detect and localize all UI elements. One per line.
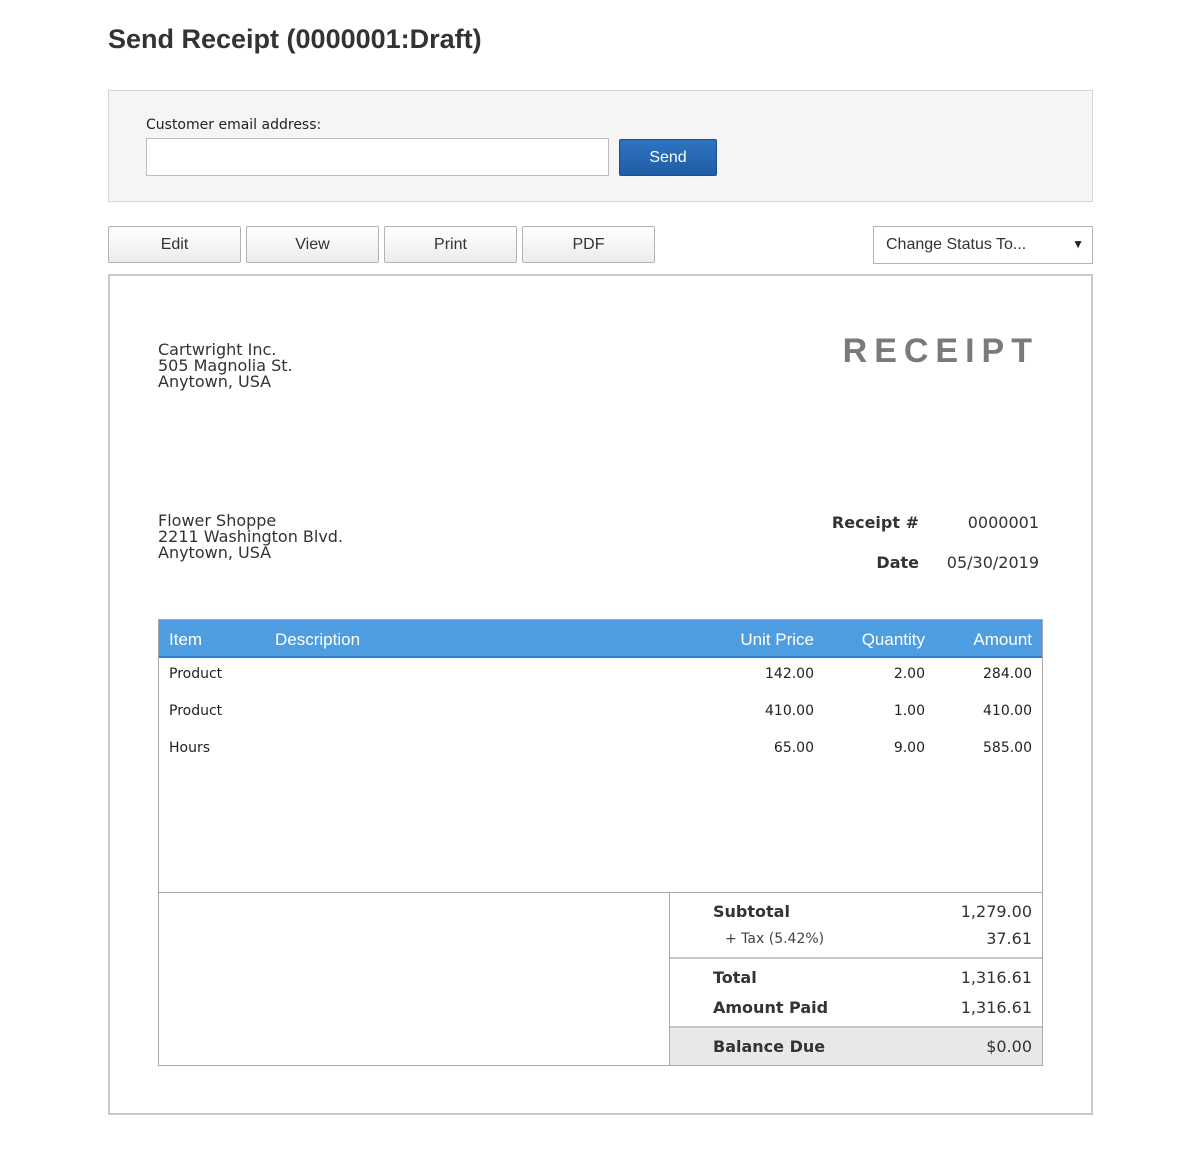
totals-separator [670,957,1042,959]
row-unit-price: 142.00 [765,666,814,682]
row-unit-price: 65.00 [773,740,814,756]
total-label: Total [713,968,757,987]
customer-city: Anytown, USA [158,543,272,562]
receipt-title: RECEIPT [842,332,1039,370]
email-field[interactable] [146,138,609,176]
table-header: Item Description Unit Price Quantity Amo… [159,620,1042,658]
receipt-date-label: Date [876,553,919,572]
column-header-description: Description [275,630,361,649]
tax-value: 37.61 [986,929,1032,948]
sender-city: Anytown, USA [158,372,272,391]
pdf-button[interactable]: PDF [522,226,655,263]
email-label: Customer email address: [146,117,322,133]
subtotal-label: Subtotal [713,902,790,921]
balance-due-label: Balance Due [713,1037,826,1056]
print-button[interactable]: Print [384,226,517,263]
edit-button[interactable]: Edit [108,226,241,263]
column-header-quantity: Quantity [861,630,925,649]
change-status-label: Change Status To... [886,236,1027,253]
customer-address: Flower Shoppe 2211 Washington Blvd. Anyt… [158,513,343,561]
row-amount: 410.00 [983,703,1032,719]
receipt-number-label: Receipt # [831,513,919,532]
balance-due-value: $0.00 [986,1037,1032,1056]
view-button[interactable]: View [246,226,379,263]
total-value: 1,316.61 [960,968,1032,987]
column-header-unit-price: Unit Price [740,630,814,649]
tax-label: + Tax (5.42%) [725,931,825,947]
column-header-amount: Amount [973,630,1032,649]
row-item: Product [169,703,223,719]
amount-paid-label: Amount Paid [713,998,829,1017]
page-title: Send Receipt (0000001:Draft) [108,24,482,54]
subtotal-value: 1,279.00 [960,902,1032,921]
line-items-table: Item Description Unit Price Quantity Amo… [158,619,1043,1066]
receipt-document: Cartwright Inc. 505 Magnolia St. Anytown… [108,274,1093,1115]
amount-paid-value: 1,316.61 [960,998,1032,1017]
row-item: Hours [169,740,211,756]
row-amount: 585.00 [983,740,1032,756]
row-item: Product [169,666,223,682]
change-status-select[interactable]: Change Status To... ▼ [873,226,1093,264]
row-amount: 284.00 [983,666,1032,682]
send-receipt-panel: Customer email address: Send [108,90,1093,202]
chevron-down-icon: ▼ [1072,237,1084,251]
row-quantity: 1.00 [893,703,925,719]
send-button[interactable]: Send [619,139,717,176]
row-quantity: 9.00 [893,740,925,756]
receipt-number-value: 0000001 [967,513,1039,532]
sender-address: Cartwright Inc. 505 Magnolia St. Anytown… [158,342,293,390]
row-unit-price: 410.00 [765,703,814,719]
table-divider [159,892,1042,893]
receipt-date-value: 05/30/2019 [946,553,1039,572]
column-header-item: Item [169,630,203,649]
row-quantity: 2.00 [893,666,925,682]
